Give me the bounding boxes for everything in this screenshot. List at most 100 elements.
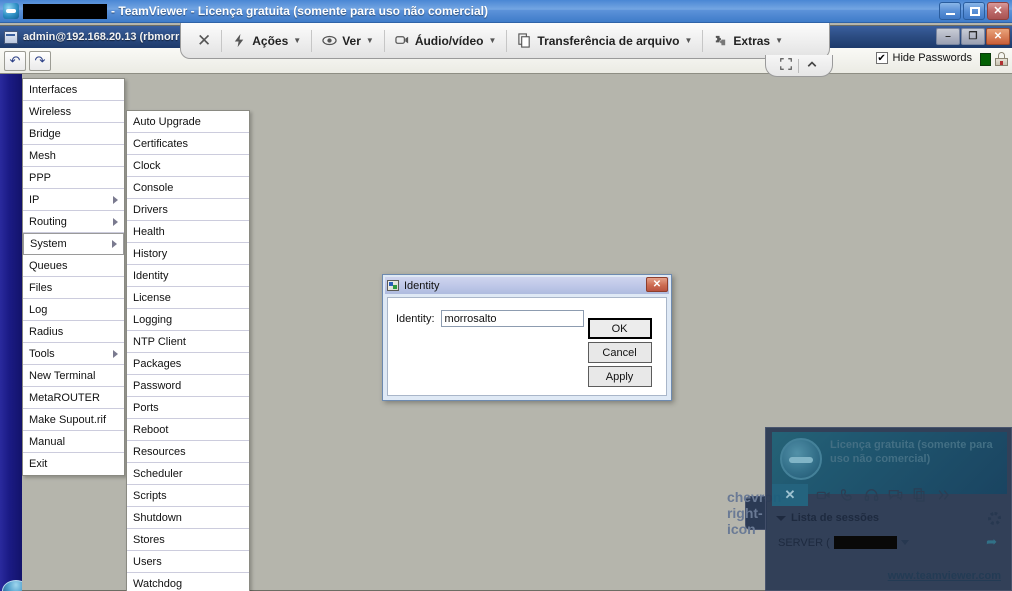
submenu-item-ntp-client[interactable]: NTP Client xyxy=(127,331,249,353)
apply-button[interactable]: Apply xyxy=(587,366,652,387)
teamviewer-close-button[interactable]: ✕ xyxy=(987,2,1009,20)
winbox-minimize-button[interactable]: – xyxy=(936,28,960,45)
submenu-item-password[interactable]: Password xyxy=(127,375,249,397)
submenu-item-stores[interactable]: Stores xyxy=(127,529,249,551)
menu-item-exit[interactable]: Exit xyxy=(23,453,124,475)
teamviewer-maximize-button[interactable] xyxy=(963,2,985,20)
menu-item-make-supout-rif[interactable]: Make Supout.rif xyxy=(23,409,124,431)
teamviewer-panel-expand-tab[interactable]: chevron-right-icon xyxy=(727,489,786,537)
more-chevrons-icon[interactable] xyxy=(936,488,951,502)
menu-item-queues[interactable]: Queues xyxy=(23,255,124,277)
submenu-item-packages[interactable]: Packages xyxy=(127,353,249,375)
restore-icon: ❐ xyxy=(968,31,978,42)
menu-item-ip[interactable]: IP xyxy=(23,189,124,211)
redo-icon[interactable]: ↷ xyxy=(29,50,51,71)
submenu-item-watchdog[interactable]: Watchdog xyxy=(127,573,249,591)
close-icon: ✕ xyxy=(197,30,212,50)
file-copy-icon[interactable] xyxy=(912,488,927,502)
teamviewer-session-panel: Licença gratuita (somente para uso não c… xyxy=(765,427,1012,591)
menu-item-label: Resources xyxy=(133,445,186,458)
chevron-down-icon[interactable] xyxy=(900,540,909,545)
winbox-close-button[interactable]: ✕ xyxy=(986,28,1010,45)
submenu-item-identity[interactable]: Identity xyxy=(127,265,249,287)
submenu-item-users[interactable]: Users xyxy=(127,551,249,573)
menu-item-radius[interactable]: Radius xyxy=(23,321,124,343)
submenu-item-reboot[interactable]: Reboot xyxy=(127,419,249,441)
submenu-item-scheduler[interactable]: Scheduler xyxy=(127,463,249,485)
menu-item-label: Reboot xyxy=(133,423,169,436)
teamviewer-panel-body: Lista de sessões SERVER ( ➦ www.teamview… xyxy=(772,508,1007,586)
teamviewer-acoes-menu[interactable]: Ações ▼ xyxy=(222,26,311,56)
menu-item-label: Logging xyxy=(133,313,173,326)
menu-item-label: Log xyxy=(29,303,48,316)
menu-item-metarouter[interactable]: MetaROUTER xyxy=(23,387,124,409)
menu-item-label: Packages xyxy=(133,357,182,370)
teamviewer-file-transfer-menu[interactable]: Transferência de arquivo ▼ xyxy=(507,26,702,56)
teamviewer-close-session-button[interactable]: ✕ xyxy=(187,26,221,56)
teamviewer-session-item[interactable]: SERVER ( xyxy=(778,536,909,549)
submenu-item-scripts[interactable]: Scripts xyxy=(127,485,249,507)
submenu-item-drivers[interactable]: Drivers xyxy=(127,199,249,221)
ok-button[interactable]: OK xyxy=(587,318,652,339)
teamviewer-acoes-label: Ações xyxy=(252,33,289,48)
winbox-restore-button[interactable]: ❐ xyxy=(961,28,985,45)
teamviewer-sessions-header[interactable]: Lista de sessões xyxy=(772,508,1007,524)
menu-item-mesh[interactable]: Mesh xyxy=(23,145,124,167)
menu-item-log[interactable]: Log xyxy=(23,299,124,321)
menu-item-manual[interactable]: Manual xyxy=(23,431,124,453)
chevron-up-icon[interactable] xyxy=(805,58,819,73)
teamviewer-file-transfer-label: Transferência de arquivo xyxy=(537,33,680,48)
identity-dialog-buttons: OK Cancel Apply xyxy=(587,318,652,387)
teamviewer-website-link[interactable]: www.teamviewer.com xyxy=(888,570,1001,582)
menu-item-wireless[interactable]: Wireless xyxy=(23,101,124,123)
teamviewer-window-buttons: ✕ xyxy=(939,2,1009,20)
chat-icon[interactable] xyxy=(888,488,903,502)
menu-item-label: Mesh xyxy=(29,149,56,162)
teamviewer-panel-close-tab[interactable]: ✕ xyxy=(772,484,808,506)
submenu-item-history[interactable]: History xyxy=(127,243,249,265)
submenu-item-resources[interactable]: Resources xyxy=(127,441,249,463)
menu-item-label: Make Supout.rif xyxy=(29,413,107,426)
submenu-item-ports[interactable]: Ports xyxy=(127,397,249,419)
teamviewer-logo-icon xyxy=(780,438,822,480)
close-icon: ✕ xyxy=(993,4,1003,17)
chevron-down-icon: ▼ xyxy=(365,36,374,45)
identity-input[interactable] xyxy=(440,310,584,327)
submenu-item-console[interactable]: Console xyxy=(127,177,249,199)
hide-passwords-control[interactable]: ✔ Hide Passwords xyxy=(875,52,972,64)
menu-item-bridge[interactable]: Bridge xyxy=(23,123,124,145)
submenu-item-health[interactable]: Health xyxy=(127,221,249,243)
menu-item-ppp[interactable]: PPP xyxy=(23,167,124,189)
submenu-item-certificates[interactable]: Certificates xyxy=(127,133,249,155)
fullscreen-icon[interactable] xyxy=(779,58,792,73)
identity-dialog-close-button[interactable]: ✕ xyxy=(646,277,668,292)
submenu-arrow-icon xyxy=(113,349,118,358)
undo-icon[interactable]: ↶ xyxy=(4,50,26,71)
submenu-item-logging[interactable]: Logging xyxy=(127,309,249,331)
submenu-item-auto-upgrade[interactable]: Auto Upgrade xyxy=(127,111,249,133)
submenu-item-clock[interactable]: Clock xyxy=(127,155,249,177)
menu-item-label: Users xyxy=(133,555,162,568)
headset-icon[interactable] xyxy=(864,488,879,502)
teamviewer-panel-tab-icons xyxy=(816,488,951,502)
menu-item-new-terminal[interactable]: New Terminal xyxy=(23,365,124,387)
teamviewer-minimize-button[interactable] xyxy=(939,2,961,20)
signal-bars-icon xyxy=(980,52,991,66)
menu-item-system[interactable]: System xyxy=(23,233,124,255)
menu-item-tools[interactable]: Tools xyxy=(23,343,124,365)
menu-item-interfaces[interactable]: Interfaces xyxy=(23,79,124,101)
teamviewer-extras-menu[interactable]: Extras ▼ xyxy=(703,26,793,56)
cancel-button[interactable]: Cancel xyxy=(587,342,652,363)
menu-item-routing[interactable]: Routing xyxy=(23,211,124,233)
phone-icon[interactable] xyxy=(840,488,855,502)
menu-item-files[interactable]: Files xyxy=(23,277,124,299)
submenu-item-shutdown[interactable]: Shutdown xyxy=(127,507,249,529)
teamviewer-ver-menu[interactable]: Ver ▼ xyxy=(312,26,384,56)
identity-dialog-title-bar[interactable]: Identity ✕ xyxy=(385,277,669,294)
chevron-down-icon: ▼ xyxy=(488,36,497,45)
submenu-item-license[interactable]: License xyxy=(127,287,249,309)
video-camera-icon[interactable] xyxy=(816,488,831,502)
hide-passwords-checkbox[interactable]: ✔ xyxy=(875,52,888,64)
gear-icon[interactable] xyxy=(988,512,1001,525)
teamviewer-audio-video-menu[interactable]: Áudio/vídeo ▼ xyxy=(385,26,507,56)
